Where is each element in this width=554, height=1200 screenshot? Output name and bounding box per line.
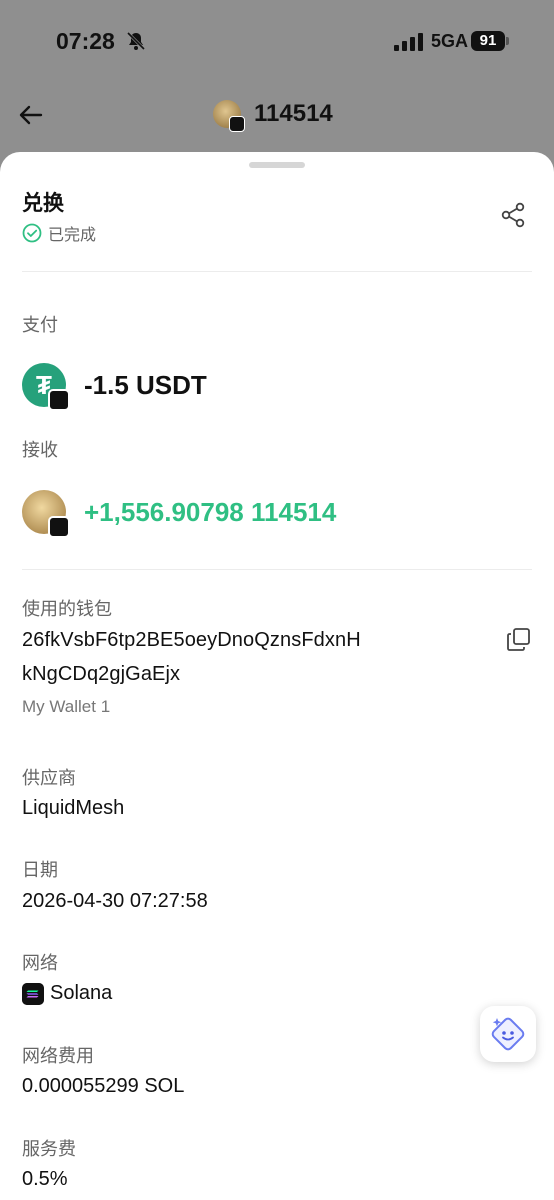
network-fee-label: 网络费用 <box>22 1046 94 1066</box>
date-label: 日期 <box>22 860 58 880</box>
network-value: Solana <box>50 982 113 1004</box>
solana-icon <box>22 982 44 1005</box>
status-text: 已完成 <box>48 227 97 244</box>
solana-badge-icon <box>48 516 70 538</box>
network-value-row: Solana <box>22 982 112 1005</box>
page-title: 114514 <box>254 100 333 127</box>
receive-amount: +1,556.90798 114514 <box>84 497 337 527</box>
network-label: 网络 <box>22 953 58 973</box>
top-nav: 114514 <box>0 86 554 146</box>
date-value: 2026-04-30 07:27:58 <box>22 890 208 912</box>
battery-icon: 91 <box>471 31 505 51</box>
receive-label: 接收 <box>22 440 58 460</box>
usdt-icon: ₮ <box>22 363 70 411</box>
wallet-label: 使用的钱包 <box>22 599 112 619</box>
wallet-address-line-1: 26fkVsbF6tp2BE5oeyDnoQznsFdxnH <box>22 629 361 651</box>
pay-amount: -1.5 USDT <box>84 370 207 400</box>
token-icon <box>22 490 70 538</box>
check-circle-icon <box>22 223 42 243</box>
solana-badge-icon <box>48 389 70 411</box>
battery-tip <box>506 37 509 45</box>
transaction-detail-sheet: 兑换 已完成 支付 ₮ -1.5 USDT 接收 +1,556.90798 11… <box>0 152 554 1200</box>
status-time: 07:28 <box>56 28 115 54</box>
service-fee-value: 0.5% <box>22 1168 68 1190</box>
back-arrow-icon[interactable] <box>18 102 44 128</box>
wallet-name: My Wallet 1 <box>22 697 111 716</box>
solana-badge-icon <box>229 116 245 132</box>
token-avatar <box>213 100 245 132</box>
cellular-signal-icon <box>394 33 423 51</box>
assistant-button[interactable] <box>480 1006 536 1062</box>
provider-label: 供应商 <box>22 768 76 788</box>
network-type: 5GA <box>431 31 469 51</box>
bell-muted-icon <box>126 31 146 51</box>
status-row: 已完成 <box>22 222 96 244</box>
status-bar: 07:28 5GA 91 <box>0 0 554 84</box>
divider <box>22 271 532 272</box>
divider <box>22 569 532 570</box>
transaction-type-title: 兑换 <box>22 192 64 215</box>
copy-icon[interactable] <box>506 626 532 652</box>
network-fee-value: 0.000055299 SOL <box>22 1075 185 1097</box>
sheet-drag-handle[interactable] <box>249 162 305 168</box>
wallet-address-line-2: kNgCDq2gjGaEjx <box>22 663 181 685</box>
provider-value: LiquidMesh <box>22 797 125 819</box>
service-fee-label: 服务费 <box>22 1139 76 1159</box>
pay-label: 支付 <box>22 315 58 335</box>
share-icon[interactable] <box>500 202 526 228</box>
sparkle-face-icon <box>491 1017 525 1051</box>
